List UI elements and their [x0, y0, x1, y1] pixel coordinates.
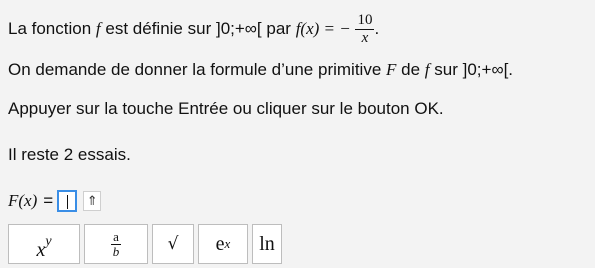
answer-input[interactable]	[57, 190, 78, 212]
answer-row: F(x) = ⇑	[8, 190, 102, 212]
function-formula: f(x) = −	[295, 18, 351, 38]
instruction-text: Appuyer sur la touche Entrée ou cliquer …	[8, 99, 444, 118]
answer-label: F(x)	[8, 191, 38, 210]
problem-statement: La fonction f est définie sur ]0;+∞[ par…	[8, 12, 380, 46]
sqrt-icon: √	[167, 234, 179, 254]
ln-key[interactable]: ln	[252, 224, 282, 264]
shift-up-button[interactable]: ⇑	[83, 191, 102, 211]
request-text: On demande de donner la formule d’une pr…	[8, 60, 514, 79]
attempts-remaining: Il reste 2 essais.	[8, 145, 131, 164]
text-caret	[67, 195, 69, 209]
fraction: 10 x	[355, 12, 375, 46]
power-key[interactable]: xy	[8, 224, 80, 264]
sqrt-key[interactable]: √	[152, 224, 194, 264]
exp-key[interactable]: ex	[198, 224, 248, 264]
interval: ]0;+∞[	[215, 18, 262, 38]
equals-sign: =	[43, 191, 54, 210]
fraction-key[interactable]: a b	[84, 224, 148, 264]
math-keypad: xy a b √ ex ln	[8, 224, 282, 264]
function-name-f: f	[95, 18, 101, 38]
